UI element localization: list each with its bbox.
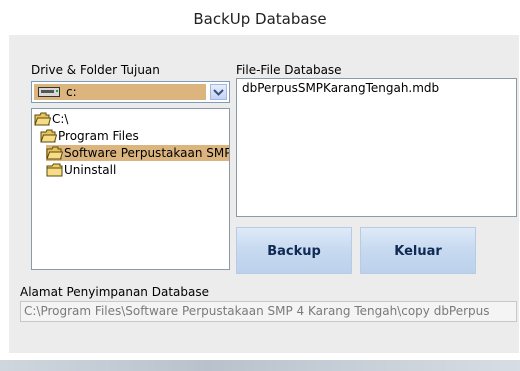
folder-tree-list[interactable]: C:\ Program Files Software Perpustakaan SM… [31, 108, 230, 270]
open-folder-icon [40, 129, 58, 143]
file-list-item[interactable]: dbPerpusSMPKarangTengah.mdb [242, 81, 439, 95]
folder-tree-item-label: C:\ [52, 112, 69, 126]
dropdown-button[interactable] [210, 84, 227, 100]
folder-tree-item-label: Program Files [58, 129, 139, 143]
drive-value: c: [66, 85, 77, 99]
folder-icon [46, 163, 63, 177]
file-list[interactable]: dbPerpusSMPKarangTengah.mdb [236, 78, 517, 217]
chevron-down-icon [213, 89, 224, 96]
open-folder-icon [46, 146, 64, 160]
save-path-label: Alamat Penyimpanan Database [20, 285, 209, 299]
folder-tree-item[interactable]: C:\ [34, 111, 229, 127]
file-database-label: File-File Database [236, 63, 342, 77]
keluar-button[interactable]: Keluar [360, 227, 476, 274]
folder-tree-item-label: Uninstall [64, 163, 117, 177]
drive-selected-item: c: [34, 84, 206, 100]
drive-select[interactable]: c: [31, 81, 230, 103]
folder-tree-item[interactable]: Software Perpustakaan SMP [46, 145, 229, 161]
folder-tree-item[interactable]: Program Files [40, 128, 229, 144]
window-title: BackUp Database [193, 10, 327, 28]
backup-database-window: BackUp Database Drive & Folder Tujuan c:… [0, 0, 520, 371]
window-bottom-edge [0, 360, 520, 371]
open-folder-icon [34, 112, 52, 126]
folder-tree-item[interactable]: Uninstall [46, 162, 229, 178]
save-path-field[interactable]: C:\Program Files\Software Perpustakaan S… [20, 301, 517, 322]
drive-icon [38, 87, 60, 97]
drive-folder-label: Drive & Folder Tujuan [31, 63, 160, 77]
backup-button[interactable]: Backup [236, 227, 352, 274]
folder-tree-item-label: Software Perpustakaan SMP [64, 146, 230, 160]
